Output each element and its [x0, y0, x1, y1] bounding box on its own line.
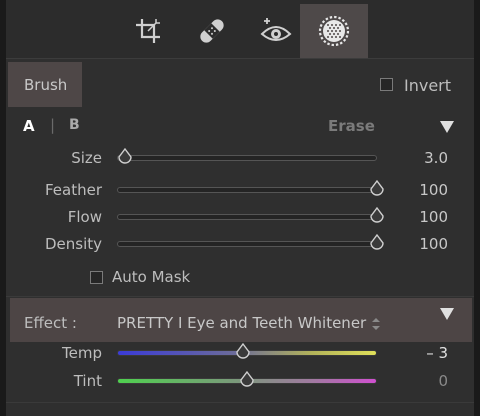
effect-bar: Effect : PRETTY I Eye and Teeth Whitener [10, 298, 472, 342]
auto-mask-label: Auto Mask [112, 268, 191, 286]
feather-slider-label: Feather [44, 181, 102, 199]
healing-tool-button[interactable] [178, 4, 246, 58]
red-eye-icon [260, 18, 292, 41]
brush-tab[interactable]: Brush [8, 62, 82, 107]
crop-icon [136, 19, 160, 43]
size-value[interactable]: 3.0 [386, 149, 448, 167]
preset-separator: | [50, 116, 56, 134]
flow-value[interactable]: 100 [386, 208, 448, 226]
flow-slider-track[interactable] [117, 214, 377, 220]
effect-label: Effect : [24, 314, 77, 332]
erase-button[interactable]: Erase [328, 117, 375, 135]
brush-disclosure-triangle-icon[interactable] [440, 121, 454, 133]
feather-value[interactable]: 100 [386, 181, 448, 199]
effect-preset-dropdown[interactable]: PRETTY I Eye and Teeth Whitener [117, 314, 366, 332]
local-adjust-panel: Brush Invert A | B Erase Size 3.0 Feather 1… [6, 0, 474, 416]
size-slider-thumb[interactable] [117, 147, 133, 166]
effect-disclosure-triangle-icon[interactable] [440, 308, 454, 320]
brush-tab-label: Brush [24, 76, 68, 94]
size-slider-label: Size [71, 149, 102, 167]
crop-tool-button[interactable] [114, 4, 182, 58]
tint-slider-label: Tint [73, 372, 102, 390]
section-divider [6, 296, 474, 297]
size-slider-track[interactable] [117, 155, 377, 161]
density-slider-track[interactable] [117, 241, 377, 247]
invert-label: Invert [404, 76, 452, 95]
tint-value[interactable]: 0 [386, 372, 448, 390]
temp-slider-thumb[interactable] [235, 342, 251, 361]
brush-b-button[interactable]: B [69, 117, 80, 133]
bottom-divider [6, 402, 474, 403]
density-slider-thumb[interactable] [369, 233, 385, 252]
radial-brush-icon [318, 15, 350, 47]
frame-right [474, 0, 480, 416]
auto-mask-checkbox[interactable] [90, 271, 103, 284]
brush-tool-button[interactable] [300, 4, 368, 58]
density-slider-label: Density [44, 235, 102, 253]
temp-slider-label: Temp [62, 344, 102, 362]
density-value[interactable]: 100 [386, 235, 448, 253]
tool-strip [6, 0, 474, 58]
feather-slider-thumb[interactable] [369, 179, 385, 198]
flow-slider-thumb[interactable] [369, 206, 385, 225]
feather-slider-track[interactable] [117, 187, 377, 193]
invert-checkbox[interactable] [380, 78, 393, 91]
tint-slider-thumb[interactable] [239, 370, 255, 389]
brush-a-button[interactable]: A [23, 117, 35, 135]
up-down-stepper-icon[interactable] [372, 317, 380, 331]
healing-bandage-icon [200, 19, 224, 43]
flow-slider-label: Flow [67, 208, 102, 226]
tool-strip-divider [6, 58, 474, 59]
temp-value[interactable]: – 3 [386, 344, 448, 362]
